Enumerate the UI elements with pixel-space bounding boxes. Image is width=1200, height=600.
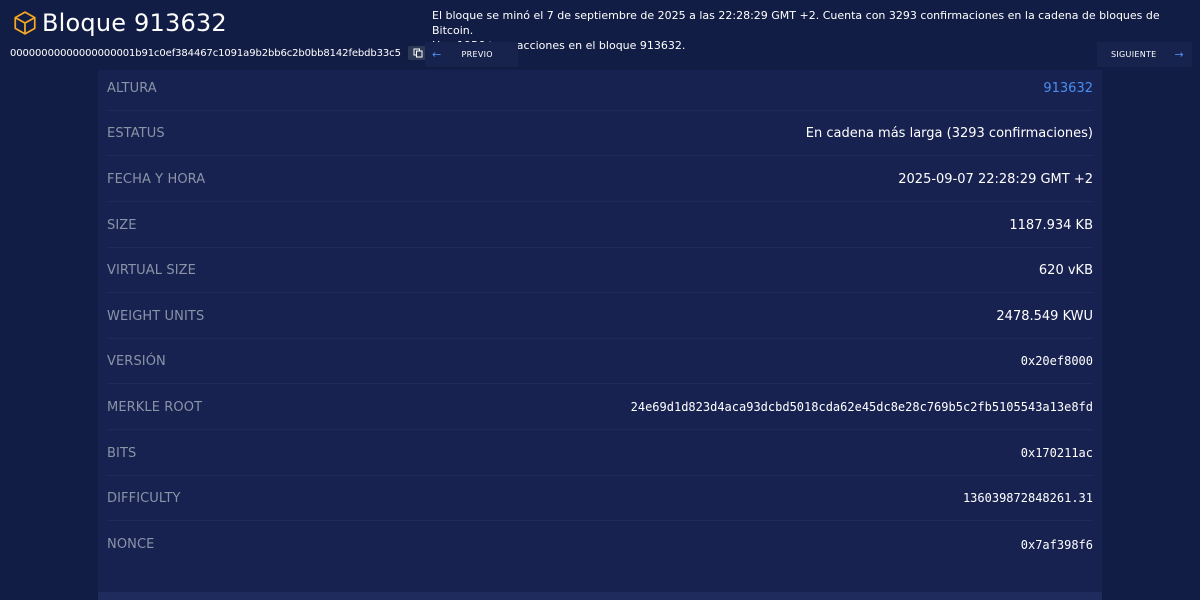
description-line-2: Hay 1956 transacciones en el bloque 9136… [432, 39, 686, 52]
detail-value: 620 vKB [1038, 262, 1093, 278]
detail-label: SIZE [107, 217, 137, 233]
next-block-label: SIGUIENTE [1111, 50, 1157, 59]
detail-label: DIFFICULTY [107, 490, 181, 506]
block-header: Bloque 913632 00000000000000000001b91c0e… [0, 0, 1200, 72]
detail-label: MERKLE ROOT [107, 399, 203, 415]
arrow-left-icon: ← [432, 48, 442, 61]
arrow-right-icon: → [1174, 48, 1185, 61]
detail-row-weight-units: WEIGHT UNITS 2478.549 KWU [107, 294, 1093, 339]
detail-label: ALTURA [107, 80, 157, 96]
previous-block-label: PREVIO [461, 50, 493, 59]
detail-row-difficulty: DIFFICULTY 136039872848261.31 [107, 476, 1093, 521]
detail-value: 1187.934 KB [1009, 217, 1093, 233]
detail-row-nonce: NONCE 0x7af398f6 [107, 522, 1093, 567]
detail-row-version: VERSIÓN 0x20ef8000 [107, 339, 1093, 384]
detail-row-datetime: FECHA Y HORA 2025-09-07 22:28:29 GMT +2 [107, 157, 1093, 202]
detail-row-size: SIZE 1187.934 KB [107, 203, 1093, 248]
page-title: Bloque 913632 [42, 9, 227, 37]
detail-value: 136039872848261.31 [962, 491, 1093, 505]
previous-block-button[interactable]: ← PREVIO [425, 42, 518, 67]
description-line-1: El bloque se minó el 7 de septiembre de … [432, 9, 1160, 37]
cube-icon [14, 11, 36, 35]
detail-row-status: ESTATUS En cadena más larga (3293 confir… [107, 111, 1093, 156]
detail-row-merkle-root: MERKLE ROOT 24e69d1d823d4aca93dcbd5018cd… [107, 385, 1093, 430]
block-details-panel: ALTURA 913632 ESTATUS En cadena más larg… [98, 70, 1102, 600]
detail-label: ESTATUS [107, 125, 165, 141]
page-title-row: Bloque 913632 [12, 8, 227, 38]
detail-value: 0x7af398f6 [1020, 537, 1093, 552]
detail-row-height: ALTURA 913632 [107, 66, 1093, 111]
detail-value: En cadena más larga (3293 confirmaciones… [805, 125, 1093, 141]
detail-value: 2025-09-07 22:28:29 GMT +2 [898, 171, 1093, 187]
next-block-button[interactable]: SIGUIENTE → [1097, 42, 1192, 67]
detail-label: FECHA Y HORA [107, 171, 206, 187]
detail-value: 2478.549 KWU [996, 308, 1093, 324]
block-hash-row: 00000000000000000001b91c0ef384467c1091a9… [10, 45, 428, 61]
detail-label: BITS [107, 445, 137, 461]
detail-value: 0x20ef8000 [1020, 354, 1093, 368]
detail-value-height-link[interactable]: 913632 [1043, 81, 1093, 96]
detail-value: 0x170211ac [1020, 446, 1093, 460]
block-description: El bloque se minó el 7 de septiembre de … [432, 8, 1192, 53]
copy-icon [413, 48, 423, 58]
detail-label: NONCE [107, 537, 155, 552]
next-section-edge [98, 592, 1102, 600]
block-hash[interactable]: 00000000000000000001b91c0ef384467c1091a9… [10, 48, 401, 59]
detail-value: 24e69d1d823d4aca93dcbd5018cda62e45dc8e28… [630, 400, 1093, 414]
detail-label: WEIGHT UNITS [107, 308, 205, 324]
detail-row-bits: BITS 0x170211ac [107, 431, 1093, 476]
detail-label: VIRTUAL SIZE [107, 262, 196, 278]
detail-label: VERSIÓN [107, 353, 166, 369]
detail-row-virtual-size: VIRTUAL SIZE 620 vKB [107, 248, 1093, 293]
